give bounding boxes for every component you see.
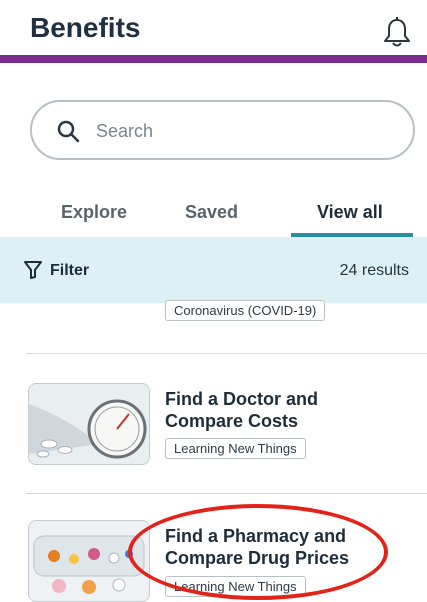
divider (26, 353, 427, 354)
tab-saved[interactable]: Saved (185, 202, 238, 223)
filter-bar: Filter 24 results (0, 237, 427, 303)
filter-icon[interactable] (24, 261, 42, 279)
search-placeholder: Search (96, 121, 154, 141)
filter-button[interactable]: Filter (50, 262, 89, 280)
card-title[interactable]: Find a Doctor and Compare Costs (165, 388, 318, 432)
header-accent-bar (0, 55, 427, 63)
page-title: Benefits (30, 12, 141, 43)
search-input[interactable]: Search (30, 100, 415, 160)
card-image-blood-pressure[interactable] (28, 383, 150, 465)
tab-view-all[interactable]: View all (317, 202, 383, 223)
annotation-circle (128, 504, 388, 600)
tab-explore[interactable]: Explore (61, 202, 127, 223)
bell-icon[interactable] (382, 16, 412, 48)
tab-bar: Explore Saved View all (0, 196, 427, 240)
results-count: 24 results (339, 262, 409, 279)
card-tag[interactable]: Learning New Things (165, 438, 306, 459)
app-header: Benefits (0, 0, 427, 62)
card-tag[interactable]: Coronavirus (COVID-19) (165, 300, 326, 321)
search-icon (57, 120, 80, 143)
divider (26, 493, 427, 494)
blood-pressure-gauge-image (29, 384, 149, 464)
